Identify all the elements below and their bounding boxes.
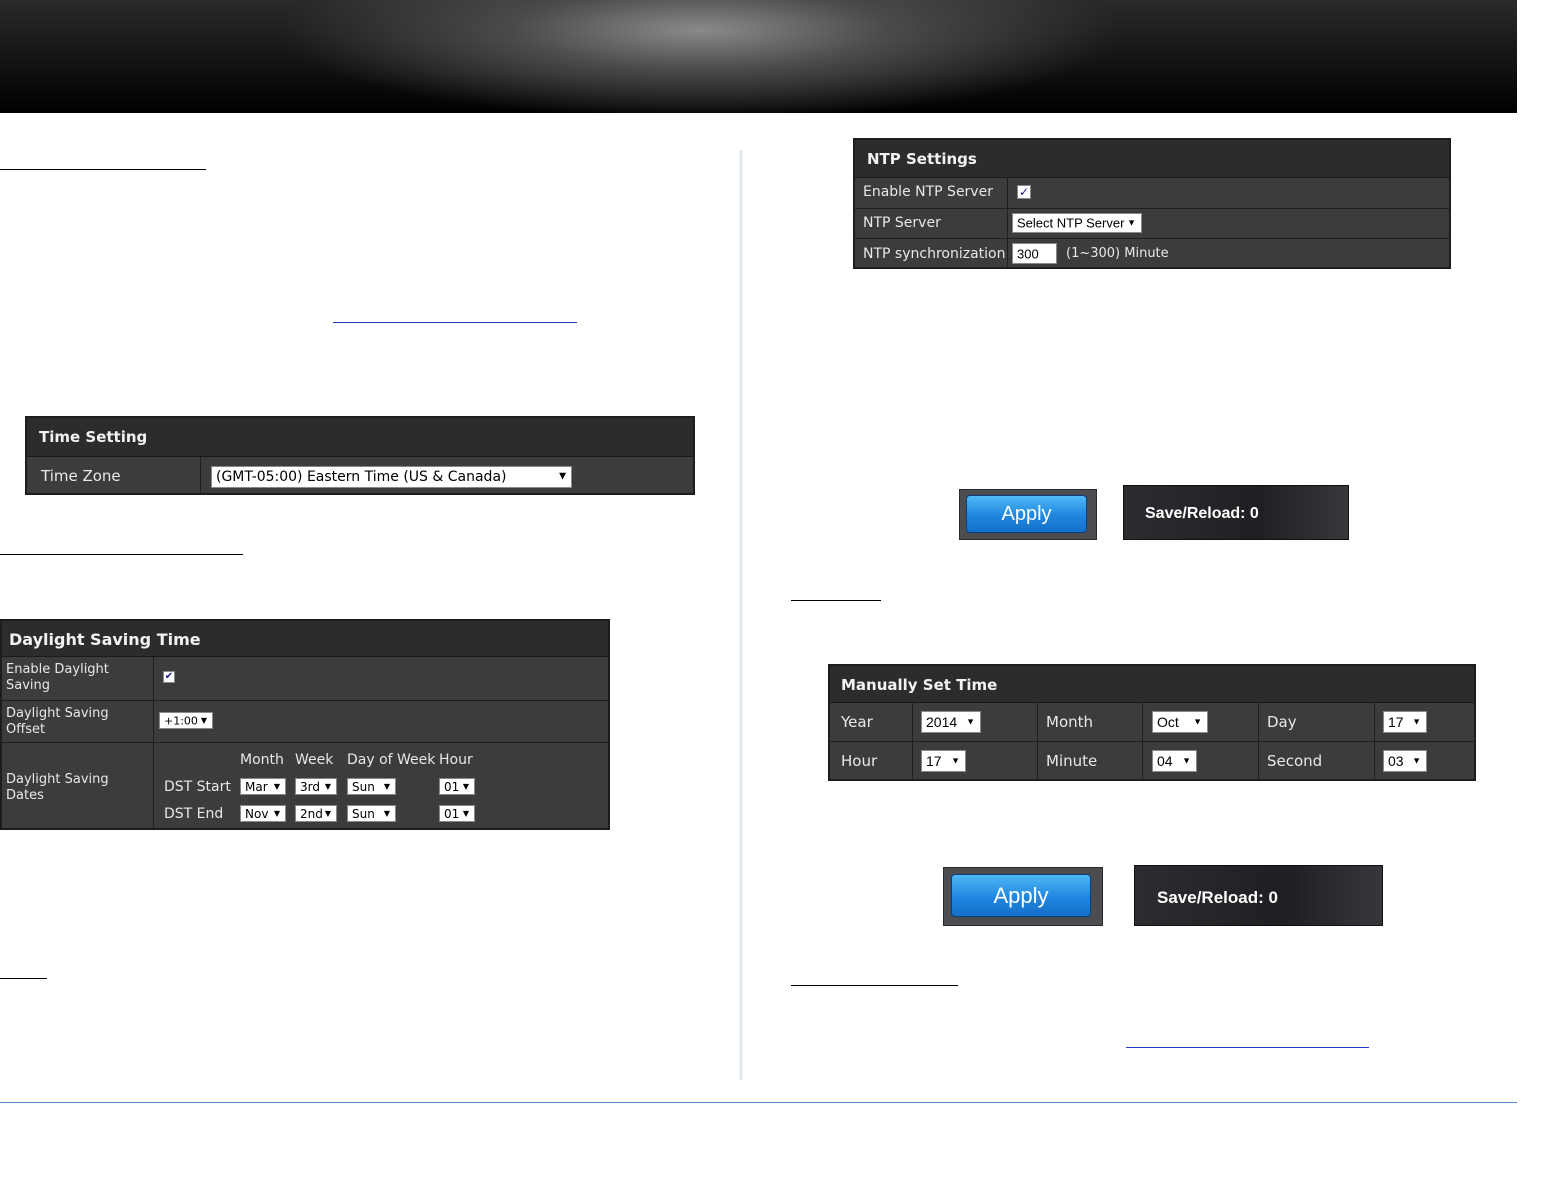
save-reload-indicator[interactable]: Save/Reload: 0: [1123, 485, 1349, 540]
ntp-sync-input[interactable]: 300: [1012, 243, 1057, 264]
chevron-down-icon: ▼: [383, 781, 390, 791]
column-header-month: Month: [240, 752, 284, 768]
time-setting-panel: Time Setting Time Zone (GMT-05:00) Easte…: [25, 416, 695, 495]
dst-start-hour-select[interactable]: 01 ▼: [439, 778, 475, 795]
hour-select[interactable]: 17 ▼: [921, 750, 966, 772]
panel-title-text: Time Setting: [39, 428, 148, 446]
month-label: Month: [1046, 713, 1094, 731]
column-header-day-of-week: Day of Week: [347, 752, 436, 768]
manual-time-panel: Manually Set Time Year 2014 ▼ Month Oct ▼ …: [828, 664, 1476, 781]
chevron-down-icon: ▼: [966, 716, 975, 727]
dst-start-month-select[interactable]: Mar ▼: [240, 778, 286, 795]
time-zone-label: Time Zone: [41, 467, 121, 485]
time-zone-select[interactable]: (GMT-05:00) Eastern Time (US & Canada) ▼: [211, 466, 572, 488]
chevron-down-icon: ▼: [1182, 755, 1191, 766]
ntp-sync-label: NTP synchronization: [863, 246, 1006, 262]
hour-label: Hour: [841, 752, 878, 770]
hyperlink-underline[interactable]: [333, 322, 577, 323]
day-select[interactable]: 17 ▼: [1383, 711, 1427, 733]
chevron-down-icon: ▼: [1412, 716, 1421, 727]
panel-title: Daylight Saving Time: [2, 621, 608, 657]
chevron-down-icon: ▼: [1127, 217, 1136, 228]
dst-offset-select[interactable]: +1:00 ▼: [159, 712, 213, 729]
dst-start-day-select[interactable]: Sun ▼: [347, 778, 396, 795]
dst-end-day-select[interactable]: Sun ▼: [347, 805, 396, 822]
apply-button-frame: Apply: [943, 867, 1103, 926]
year-select[interactable]: 2014 ▼: [921, 711, 981, 733]
day-label: Day: [1267, 713, 1297, 731]
chevron-down-icon: ▼: [462, 808, 469, 818]
month-select[interactable]: Oct ▼: [1152, 711, 1208, 733]
dst-end-label: DST End: [164, 806, 224, 822]
ntp-sync-unit: (1~300) Minute: [1066, 246, 1169, 261]
header-banner: [0, 0, 1517, 113]
second-select[interactable]: 03 ▼: [1383, 750, 1427, 772]
enable-dst-label: Enable Daylight Saving: [6, 662, 109, 693]
panel-title: Time Setting: [27, 418, 693, 457]
panel-title-text: Manually Set Time: [841, 676, 998, 694]
chevron-down-icon: ▼: [273, 808, 280, 818]
dst-dates-label: Daylight Saving Dates: [6, 772, 109, 803]
ntp-server-select[interactable]: Select NTP Server ▼: [1012, 213, 1142, 233]
save-reload-indicator[interactable]: Save/Reload: 0: [1134, 865, 1383, 926]
minute-label: Minute: [1046, 752, 1098, 770]
chevron-down-icon: ▼: [1412, 755, 1421, 766]
footer-divider: [0, 1102, 1517, 1103]
heading-underline: [791, 600, 881, 601]
apply-button-frame: Apply: [959, 489, 1097, 540]
chevron-down-icon: ▼: [324, 808, 331, 818]
dst-end-month-select[interactable]: Nov ▼: [240, 805, 286, 822]
enable-ntp-checkbox[interactable]: ✓: [1017, 185, 1031, 199]
dst-end-hour-select[interactable]: 01 ▼: [439, 805, 475, 822]
chevron-down-icon: ▼: [200, 715, 207, 725]
enable-dst-checkbox[interactable]: ✔: [163, 671, 175, 683]
dst-end-week-select[interactable]: 2nd ▼: [295, 805, 337, 822]
enable-ntp-label: Enable NTP Server: [863, 184, 993, 200]
panel-title-text: Daylight Saving Time: [9, 630, 201, 649]
ntp-server-label: NTP Server: [863, 215, 941, 231]
dst-offset-label: Daylight Saving Offset: [6, 706, 109, 737]
hyperlink-underline[interactable]: [1126, 1047, 1369, 1048]
chevron-down-icon: ▼: [559, 471, 566, 482]
panel-title-text: NTP Settings: [867, 150, 977, 168]
year-label: Year: [841, 713, 873, 731]
chevron-down-icon: ▼: [383, 808, 390, 818]
heading-underline: [0, 978, 47, 979]
minute-select[interactable]: 04 ▼: [1152, 750, 1197, 772]
second-label: Second: [1267, 752, 1323, 770]
heading-underline: [0, 554, 243, 555]
panel-title: Manually Set Time: [830, 666, 1474, 703]
chevron-down-icon: ▼: [1193, 716, 1202, 727]
dst-start-week-select[interactable]: 3rd ▼: [295, 778, 337, 795]
panel-title: NTP Settings: [855, 140, 1449, 178]
chevron-down-icon: ▼: [462, 781, 469, 791]
column-divider: [739, 150, 743, 1080]
column-header-week: Week: [295, 752, 334, 768]
ntp-settings-panel: NTP Settings Enable NTP Server ✓ NTP Ser…: [853, 138, 1451, 269]
apply-button[interactable]: Apply: [951, 874, 1091, 917]
heading-underline: [0, 169, 206, 170]
chevron-down-icon: ▼: [273, 781, 280, 791]
dst-start-label: DST Start: [164, 779, 231, 795]
heading-underline: [791, 985, 958, 986]
dst-panel: Daylight Saving Time Enable Daylight Savi…: [0, 619, 610, 830]
column-header-hour: Hour: [439, 752, 473, 768]
chevron-down-icon: ▼: [324, 781, 331, 791]
chevron-down-icon: ▼: [951, 755, 960, 766]
apply-button[interactable]: Apply: [966, 495, 1087, 533]
